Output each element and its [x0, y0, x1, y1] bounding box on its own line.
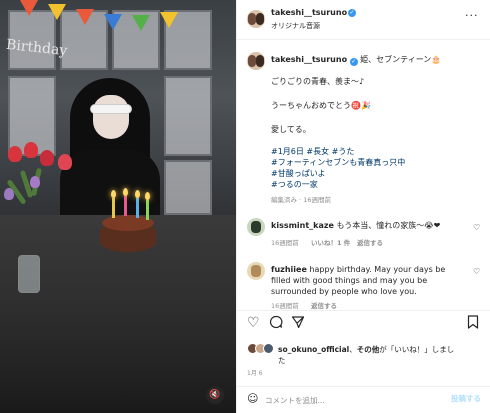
verified-icon: ✓	[348, 9, 356, 17]
post-date[interactable]: 1月 6	[247, 368, 263, 377]
comment-username[interactable]: kissmint_kaze	[271, 221, 334, 230]
post-sidebar: takeshi__tsuruno ✓ オリジナル音源 ··· takeshi__…	[236, 0, 490, 413]
reply-button[interactable]: 返信する	[311, 300, 337, 310]
likes-others-link[interactable]: その他	[357, 345, 380, 354]
window-pane	[164, 160, 212, 215]
party-glasses	[90, 104, 132, 114]
verified-icon: ✓	[349, 58, 358, 66]
caption-line: ごりごりの青春、羨ま〜♪	[271, 77, 365, 86]
likes-summary: so_okuno_official、その他が「いいね！」しまし	[278, 344, 483, 355]
comment-body: surrounded by people who love you.	[271, 287, 417, 296]
hashtag-line[interactable]: #1月6日 #長女 #うた	[271, 146, 354, 157]
comment-username[interactable]: fuzhiiee	[271, 265, 307, 274]
hashtag-line[interactable]: #甘酸っぱいよ	[271, 168, 326, 179]
post-button[interactable]: 投稿する	[451, 393, 481, 404]
post-photo[interactable]: Birthday 🔇	[0, 0, 236, 413]
likes-text: た	[278, 356, 286, 365]
reply-button[interactable]: 返信する	[357, 237, 383, 247]
avatar[interactable]	[247, 262, 265, 280]
candle	[146, 200, 149, 220]
bunting-flag	[48, 4, 66, 20]
likes-separator: 、	[349, 345, 357, 354]
bookmark-icon[interactable]	[467, 315, 479, 333]
comment-icon[interactable]	[269, 315, 283, 333]
comment-composer: ☺ 投稿する	[237, 386, 490, 413]
candle-flame	[135, 190, 140, 198]
header-username[interactable]: takeshi__tsuruno	[271, 8, 347, 17]
bunting-flag	[132, 15, 150, 31]
window-pane	[164, 76, 212, 156]
tulip-flower	[58, 154, 72, 170]
lavender-flower	[4, 188, 14, 200]
candle-flame	[123, 188, 128, 196]
caption-title: takeshi__tsuruno ✓ 姫、セブンティーン🎂	[271, 54, 486, 66]
liker-username[interactable]: so_okuno_official	[278, 345, 349, 354]
comment-body: happy birthday. May your days be	[309, 265, 446, 274]
candle	[112, 198, 115, 218]
caption-line: 愛してる。	[271, 125, 311, 134]
person-face	[93, 95, 129, 139]
heart-icon[interactable]: ♡	[247, 315, 260, 331]
heart-icon[interactable]: ♡	[473, 223, 480, 232]
person-body	[60, 150, 160, 225]
comment-body: filled with good things and may you be	[271, 276, 428, 285]
comment-likes[interactable]: いいね！1 件	[311, 237, 350, 247]
flower-vase	[18, 255, 40, 293]
candle-flame	[145, 192, 150, 200]
avatar[interactable]	[247, 52, 265, 70]
candle-flame	[111, 190, 116, 198]
audio-label[interactable]: オリジナル音源	[271, 21, 320, 31]
emoji-icon[interactable]: ☺	[247, 392, 258, 405]
avatar[interactable]	[247, 10, 265, 28]
tulip-flower	[40, 150, 54, 166]
candle	[136, 198, 139, 218]
comment-time[interactable]: 16週間前	[271, 237, 299, 247]
mute-icon[interactable]: 🔇	[206, 386, 224, 404]
post-header: takeshi__tsuruno ✓ オリジナル音源 ···	[237, 0, 490, 40]
hashtag-line[interactable]: #フォーティンセブンも青春真っ只中	[271, 157, 405, 168]
post-dialog: Birthday 🔇 takeshi__tsuruno ✓ オリジナル音源 ··…	[0, 0, 490, 413]
bunting-flag	[160, 12, 178, 28]
likes-text: が「いいね！」しまし	[379, 345, 455, 354]
tulip-flower	[24, 142, 38, 158]
candle	[124, 196, 127, 216]
comment-time[interactable]: 16週間前	[271, 300, 299, 310]
heart-icon[interactable]: ♡	[473, 267, 480, 276]
liker-avatar[interactable]	[263, 343, 274, 354]
comment-input[interactable]	[265, 393, 435, 407]
bunting-flag	[76, 9, 94, 25]
comment-text: kissmint_kaze もう本当、憧れの家族〜😭❤	[271, 220, 466, 231]
caption-meta: 編集済み · 16週間前	[271, 196, 331, 204]
action-bar: ♡	[237, 310, 490, 340]
lavender-flower	[30, 176, 40, 188]
caption-title-text: 姫、セブンティーン🎂	[360, 55, 442, 64]
caption-line: うーちゃんおめでとう㊗️🎉	[271, 101, 371, 110]
more-icon[interactable]: ···	[465, 9, 479, 22]
share-icon[interactable]	[291, 315, 305, 333]
comment-text: fuzhiiee happy birthday. May your days b…	[271, 264, 476, 275]
caption-username[interactable]: takeshi__tsuruno	[271, 55, 347, 64]
bunting-flag	[104, 14, 122, 30]
comment-body: もう本当、憧れの家族〜😭❤	[336, 221, 441, 230]
hashtag-line[interactable]: #つるの一家	[271, 179, 318, 190]
avatar[interactable]	[247, 218, 265, 236]
tulip-flower	[8, 146, 22, 162]
bunting-flag	[20, 0, 38, 16]
